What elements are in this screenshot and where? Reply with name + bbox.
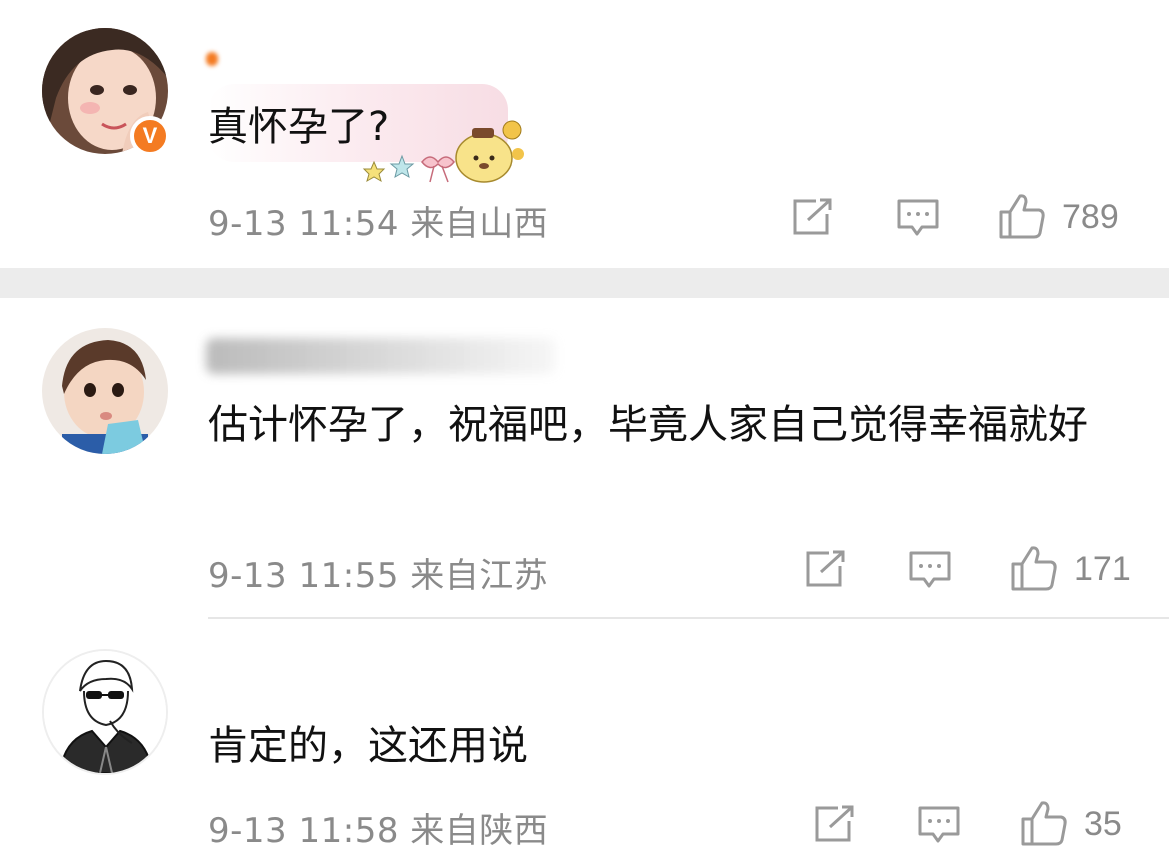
avatar[interactable]: [42, 649, 168, 775]
section-divider: [0, 268, 1169, 298]
toddler-portrait-icon: [42, 328, 168, 454]
comment-text: 估计怀孕了，祝福吧，毕竟人家自己觉得幸福就好: [208, 402, 1088, 448]
comment-item: 估计怀孕了，祝福吧，毕竟人家自己觉得幸福就好 9-13 11:55 来自江苏 1…: [0, 298, 1169, 618]
verified-badge: V: [130, 116, 170, 156]
comment-meta: 9-13 11:55 来自江苏: [208, 556, 549, 596]
thumbs-up-icon[interactable]: [1020, 799, 1068, 847]
like-count: 789: [1062, 198, 1119, 236]
thumbs-up-icon[interactable]: [1010, 544, 1058, 592]
repost-icon[interactable]: [805, 550, 847, 588]
username-blurred[interactable]: [206, 338, 556, 374]
pompompurin-sticker-icon: [362, 120, 524, 183]
comment-feed: V 真怀孕了? 9-13 11:54 来自山西 789 估计怀孕了，祝福吧，毕竟…: [0, 0, 1169, 862]
repost-icon[interactable]: [792, 198, 834, 236]
comment-icon[interactable]: [917, 805, 961, 845]
comment-meta: 9-13 11:54 来自山西: [208, 204, 549, 244]
comment-item: V 真怀孕了? 9-13 11:54 来自山西 789: [0, 0, 1169, 268]
username-blurred[interactable]: [206, 52, 218, 66]
comment-item: 肯定的，这还用说 9-13 11:58 来自陕西 35: [0, 619, 1169, 862]
sketch-man-portrait-icon: [44, 651, 166, 773]
comment-icon[interactable]: [908, 550, 952, 590]
like-count: 35: [1084, 805, 1122, 843]
like-count: 171: [1074, 550, 1131, 588]
repost-icon[interactable]: [814, 805, 856, 843]
thumbs-up-icon[interactable]: [998, 192, 1046, 240]
comment-meta: 9-13 11:58 来自陕西: [208, 811, 549, 851]
avatar[interactable]: [42, 328, 168, 454]
comment-text: 真怀孕了?: [208, 104, 390, 150]
comment-text: 肯定的，这还用说: [208, 723, 528, 769]
comment-icon[interactable]: [896, 198, 940, 238]
